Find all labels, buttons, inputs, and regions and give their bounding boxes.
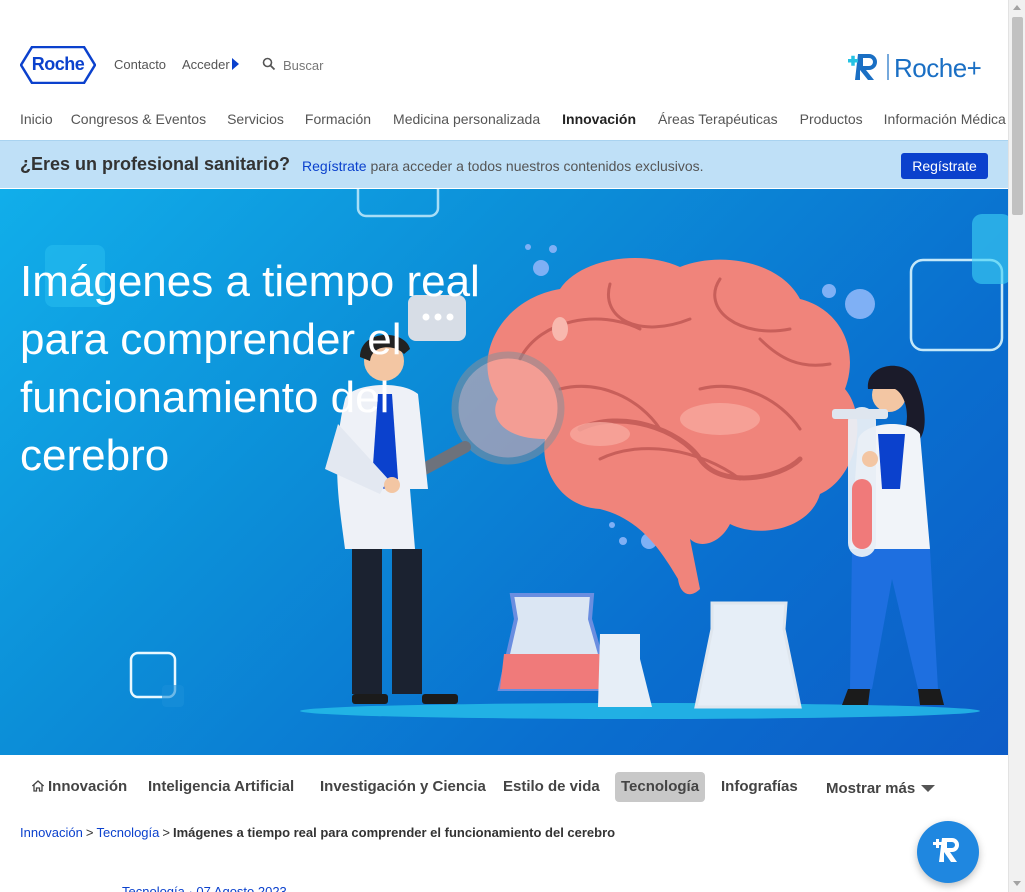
nav-item-productos[interactable]: Productos [800, 111, 863, 127]
scroll-down-arrow-icon[interactable] [1013, 881, 1021, 886]
breadcrumb-current: Imágenes a tiempo real para comprender e… [172, 825, 616, 840]
nav-item-servicios[interactable]: Servicios [227, 111, 284, 127]
login-link[interactable]: Acceder [182, 57, 230, 72]
search-icon[interactable] [262, 57, 276, 71]
roche-logo[interactable]: Roche [20, 46, 96, 84]
roche-plus-r-icon [848, 54, 877, 80]
roche-plus-text: Roche+ [894, 53, 982, 83]
subnav-item-innovacion-home[interactable]: Innovación [32, 772, 127, 802]
register-banner-text: Regístrate para acceder a todos nuestros… [302, 158, 704, 174]
roche-plus-r-icon [933, 838, 959, 862]
register-banner-title: ¿Eres un profesional sanitario? [20, 154, 291, 174]
nav-item-informacion-medica[interactable]: Información Médica [884, 111, 1006, 127]
scrollbar-thumb[interactable] [1012, 17, 1023, 215]
subnav-item-tecnologia[interactable]: Tecnología [615, 772, 706, 802]
breadcrumb-link-tecnologia[interactable]: Tecnología [96, 825, 159, 840]
show-more-label: Mostrar más [826, 780, 916, 797]
roche-plus-logo[interactable]: Roche+ [846, 46, 996, 86]
register-link[interactable]: Regístrate [302, 158, 367, 174]
nav-item-medicina-personalizada[interactable]: Medicina personalizada [393, 111, 540, 127]
search-input[interactable]: Buscar [283, 58, 323, 73]
roche-plus-fab-button[interactable] [917, 821, 979, 883]
page-scrollbar[interactable] [1008, 0, 1025, 892]
hero-title: Imágenes a tiempo real para comprender e… [20, 257, 480, 480]
page: Roche Contacto Acceder Buscar Roche+ Ini… [0, 0, 1025, 892]
nav-item-areas-terapeuticas[interactable]: Áreas Terapéuticas [658, 111, 778, 127]
nav-item-congresos[interactable]: Congresos & Eventos [71, 111, 206, 127]
roche-logo-text: Roche [31, 54, 85, 74]
contact-link[interactable]: Contacto [114, 57, 166, 72]
caret-right-icon [232, 58, 239, 70]
subnav-item-estilo-de-vida[interactable]: Estilo de vida [503, 772, 600, 802]
chevron-down-icon [921, 785, 936, 792]
subnav-item-inteligencia-artificial[interactable]: Inteligencia Artificial [148, 772, 294, 802]
nav-item-inicio[interactable]: Inicio [20, 111, 53, 127]
breadcrumb: Innovación > Tecnología > Imágenes a tiempo … [20, 825, 615, 840]
nav-item-innovacion[interactable]: Innovación [562, 111, 636, 127]
nav-item-formacion[interactable]: Formación [305, 111, 371, 127]
breadcrumb-separator: > [85, 825, 94, 840]
article-meta: Tecnología · 07 Agosto 2023 [122, 884, 287, 892]
hero-banner: Imágenes a tiempo real para comprender e… [0, 189, 1008, 755]
breadcrumb-link-innovacion[interactable]: Innovación [20, 825, 83, 840]
register-banner: ¿Eres un profesional sanitario? Regístra… [0, 140, 1008, 188]
roche-plus-divider [887, 54, 889, 80]
register-banner-description: para acceder a todos nuestros contenidos… [366, 158, 704, 174]
site-header: Roche Contacto Acceder Buscar Roche+ Ini… [0, 0, 1008, 140]
subnav-home-label: Innovación [48, 778, 128, 795]
subnav-item-infografias[interactable]: Infografías [721, 772, 798, 802]
breadcrumb-separator: > [162, 825, 170, 840]
subnav-item-investigacion-ciencia[interactable]: Investigación y Ciencia [320, 772, 486, 802]
scroll-up-arrow-icon[interactable] [1013, 5, 1021, 10]
show-more-button[interactable]: Mostrar más [826, 774, 936, 804]
home-icon [32, 780, 44, 792]
register-button[interactable]: Regístrate [901, 153, 988, 179]
main-nav: Inicio Congresos & Eventos Servicios For… [20, 111, 1006, 127]
